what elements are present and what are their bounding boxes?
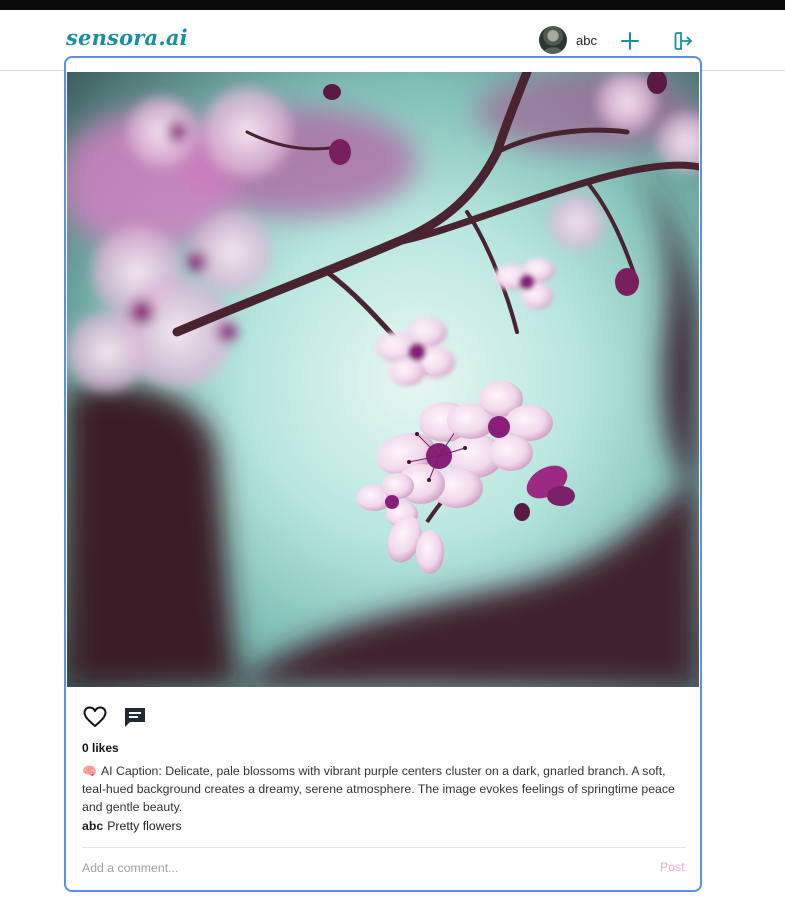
- post-comment-button[interactable]: Post: [660, 860, 685, 874]
- app-logo[interactable]: sensora.ai: [66, 25, 188, 50]
- chat-bubble-icon[interactable]: [122, 704, 148, 730]
- post-caption: abc Pretty flowers: [82, 819, 182, 833]
- heart-outline-icon[interactable]: [82, 704, 108, 730]
- post-image[interactable]: [67, 72, 699, 687]
- logout-icon[interactable]: [672, 30, 694, 52]
- post-author[interactable]: abc: [82, 819, 103, 833]
- post-card: 0 likes 🧠 AI Caption: Delicate, pale blos…: [64, 56, 702, 892]
- username-label[interactable]: abc: [576, 33, 597, 48]
- ai-caption: 🧠 AI Caption: Delicate, pale blossoms wit…: [82, 762, 688, 816]
- likes-count: 0 likes: [82, 741, 119, 755]
- brain-icon: 🧠: [82, 764, 97, 778]
- browser-top-strip: [0, 0, 785, 10]
- comment-input[interactable]: [82, 858, 602, 878]
- ai-caption-text: AI Caption: Delicate, pale blossoms with…: [82, 764, 675, 814]
- user-avatar[interactable]: [539, 26, 567, 54]
- post-text: Pretty flowers: [107, 819, 182, 833]
- plus-icon[interactable]: [619, 30, 641, 52]
- comment-divider: [82, 847, 686, 848]
